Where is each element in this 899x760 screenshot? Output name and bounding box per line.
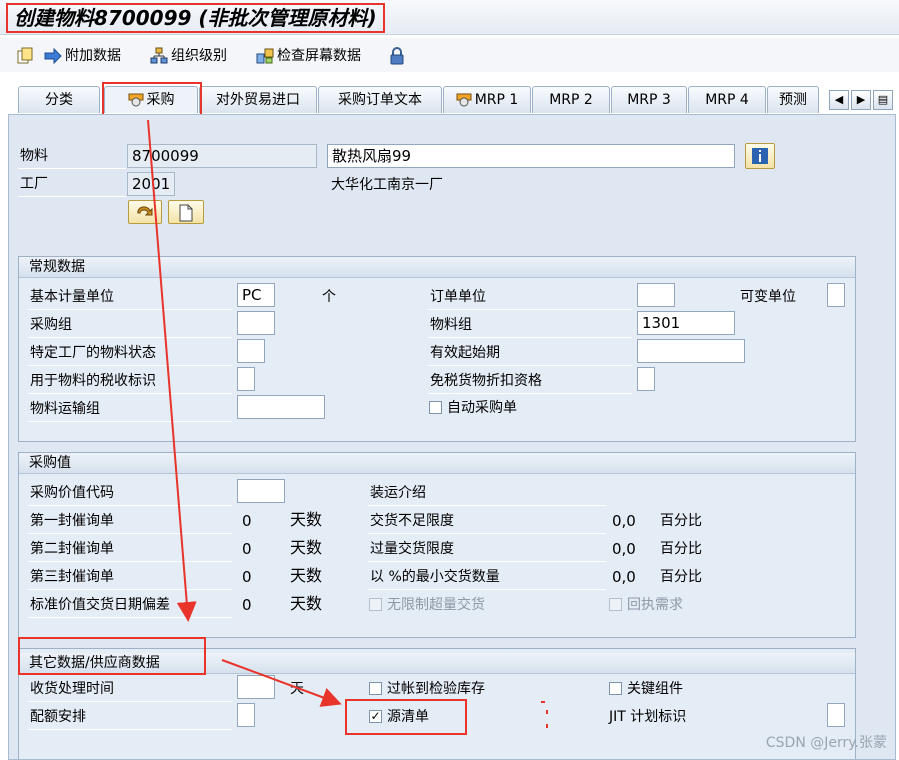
watermark: CSDN @Jerry.张蒙	[765, 735, 887, 751]
annotation-arrows	[147, 119, 548, 731]
